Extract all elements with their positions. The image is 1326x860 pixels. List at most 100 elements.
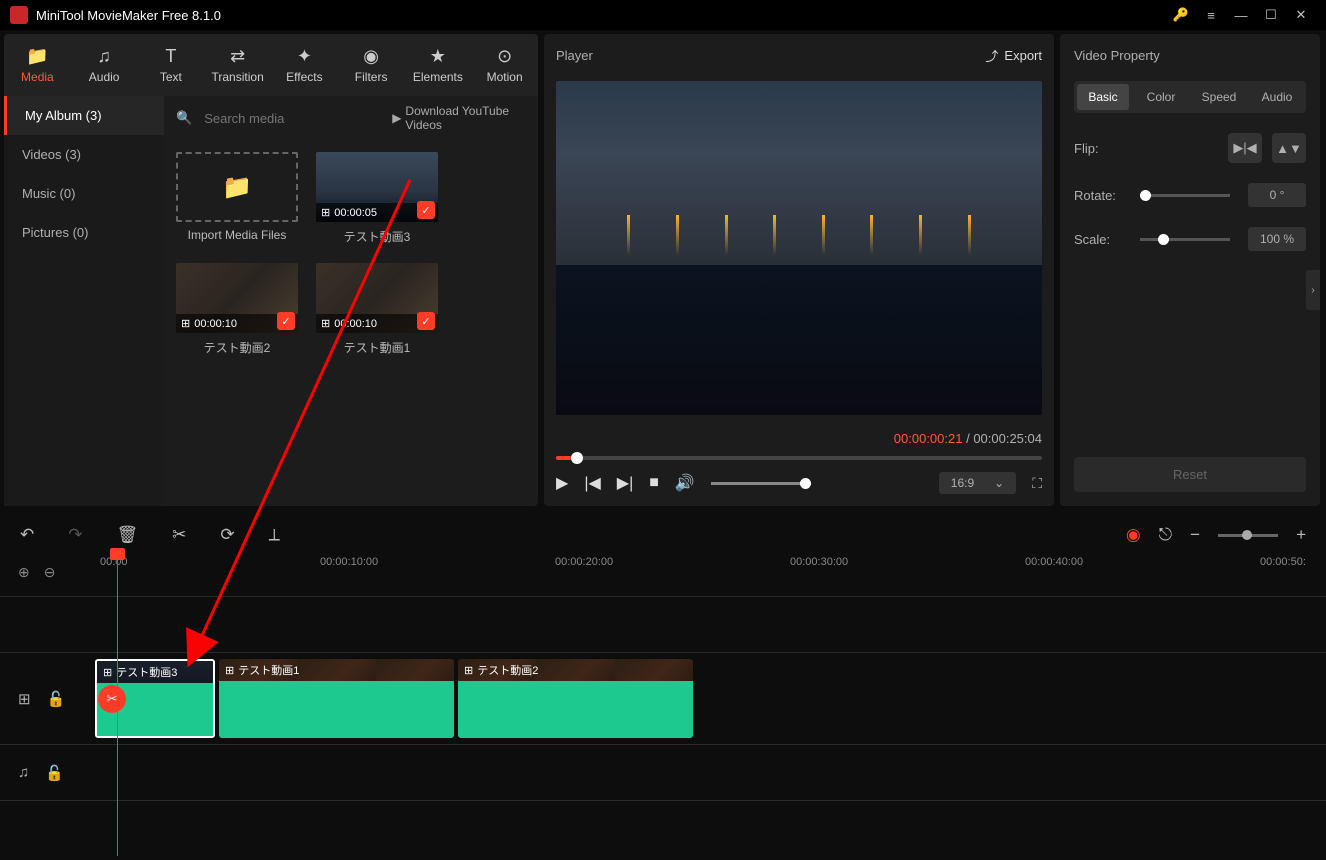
minimize-button[interactable]: — bbox=[1226, 0, 1256, 30]
export-button[interactable]: ⤴ Export bbox=[985, 46, 1042, 65]
undo-button[interactable]: ↶ bbox=[20, 525, 34, 545]
motion-icon: ⊙ bbox=[495, 46, 515, 66]
transition-icon: ⇄ bbox=[228, 46, 248, 66]
audio-icon: ♫ bbox=[94, 46, 114, 66]
property-tab-speed[interactable]: Speed bbox=[1193, 84, 1245, 110]
youtube-icon: ▶ bbox=[392, 111, 401, 125]
text-track[interactable] bbox=[0, 800, 1326, 856]
sidebar-item[interactable]: Music (0) bbox=[4, 174, 164, 213]
effect-track[interactable] bbox=[0, 596, 1326, 652]
check-icon: ✓ bbox=[417, 312, 435, 330]
search-input[interactable] bbox=[204, 111, 380, 126]
zoom-out-button[interactable]: − bbox=[1190, 525, 1200, 545]
tab-filters[interactable]: ◉Filters bbox=[338, 42, 405, 88]
key-icon[interactable]: 🔑 bbox=[1166, 0, 1196, 30]
split-button[interactable]: ✂ bbox=[172, 525, 186, 545]
search-icon: 🔍 bbox=[176, 110, 192, 126]
app-logo bbox=[10, 6, 28, 24]
timeline-ruler[interactable]: ⊕ ⊖ 00:00 00:00:10:00 00:00:20:00 00:00:… bbox=[0, 556, 1326, 596]
timeline-clip[interactable]: ⊞テスト動画2 bbox=[458, 659, 693, 738]
redo-button[interactable]: ↷ bbox=[68, 525, 82, 545]
film-icon: ⊞ bbox=[225, 664, 234, 677]
elements-icon: ★ bbox=[428, 46, 448, 66]
video-preview[interactable] bbox=[556, 81, 1042, 415]
collapse-panel-button[interactable]: › bbox=[1306, 270, 1320, 310]
speed-button[interactable]: ⟳ bbox=[220, 525, 234, 545]
player-title: Player bbox=[556, 48, 593, 63]
marker-button[interactable]: ◉ bbox=[1126, 525, 1141, 545]
close-button[interactable]: ✕ bbox=[1286, 0, 1316, 30]
download-youtube-link[interactable]: ▶ Download YouTube Videos bbox=[392, 104, 526, 132]
property-title: Video Property bbox=[1074, 48, 1306, 63]
sidebar-item[interactable]: Videos (3) bbox=[4, 135, 164, 174]
cut-indicator-icon[interactable]: ✂ bbox=[98, 685, 126, 713]
timeline-clip[interactable]: ⊞テスト動画1 bbox=[219, 659, 454, 738]
rotate-label: Rotate: bbox=[1074, 188, 1122, 203]
check-icon: ✓ bbox=[417, 201, 435, 219]
stop-button[interactable]: ■ bbox=[649, 474, 659, 492]
tab-media[interactable]: 📁Media bbox=[4, 42, 71, 88]
filters-icon: ◉ bbox=[361, 46, 381, 66]
zoom-in-button[interactable]: + bbox=[1296, 525, 1306, 545]
menu-icon[interactable]: ≡ bbox=[1196, 0, 1226, 30]
import-media-button[interactable]: 📁 bbox=[176, 152, 298, 222]
media-thumbnail[interactable]: ⊞00:00:05✓ bbox=[316, 152, 438, 222]
audio-track-icon: ♫ bbox=[18, 764, 29, 781]
remove-marker-icon[interactable]: ⊖ bbox=[44, 564, 56, 581]
tab-elements[interactable]: ★Elements bbox=[405, 42, 472, 88]
lock-icon[interactable]: 🔓 bbox=[45, 764, 64, 782]
property-tab-audio[interactable]: Audio bbox=[1251, 84, 1303, 110]
sidebar-item[interactable]: Pictures (0) bbox=[4, 213, 164, 252]
prev-frame-button[interactable]: |◀ bbox=[584, 473, 600, 493]
play-button[interactable]: ▶ bbox=[556, 473, 568, 493]
snap-button[interactable]: ⎋ bbox=[1159, 525, 1172, 545]
rotate-value[interactable]: 0 ° bbox=[1248, 183, 1306, 207]
video-track[interactable]: ✂ ⊞ 🔓 ⊞テスト動画3⊞テスト動画1⊞テスト動画2 bbox=[0, 652, 1326, 744]
tab-motion[interactable]: ⊙Motion bbox=[471, 42, 538, 88]
tab-transition[interactable]: ⇄Transition bbox=[204, 42, 271, 88]
film-icon: ⊞ bbox=[181, 317, 190, 330]
lock-icon[interactable]: 🔓 bbox=[47, 690, 66, 708]
import-label: Import Media Files bbox=[188, 228, 287, 242]
media-thumbnail[interactable]: ⊞00:00:10✓ bbox=[176, 263, 298, 333]
property-tab-color[interactable]: Color bbox=[1135, 84, 1187, 110]
delete-button[interactable]: 🗑 bbox=[117, 525, 139, 545]
scrubber[interactable] bbox=[556, 456, 1042, 460]
reset-button[interactable]: Reset bbox=[1074, 457, 1306, 492]
scale-value[interactable]: 100 % bbox=[1248, 227, 1306, 251]
rotate-slider[interactable] bbox=[1140, 194, 1230, 197]
chevron-down-icon: ⌄ bbox=[994, 476, 1004, 490]
scale-label: Scale: bbox=[1074, 232, 1122, 247]
film-icon: ⊞ bbox=[103, 666, 112, 679]
fullscreen-button[interactable]: ⛶ bbox=[1032, 475, 1042, 492]
scale-slider[interactable] bbox=[1140, 238, 1230, 241]
tab-audio[interactable]: ♫Audio bbox=[71, 42, 138, 88]
tab-text[interactable]: TText bbox=[138, 42, 205, 88]
check-icon: ✓ bbox=[277, 312, 295, 330]
sidebar-item[interactable]: My Album (3) bbox=[4, 96, 164, 135]
volume-slider[interactable] bbox=[711, 482, 811, 485]
crop-button[interactable]: ⟂ bbox=[269, 525, 280, 545]
text-icon: T bbox=[161, 46, 181, 66]
film-icon: ⊞ bbox=[464, 664, 473, 677]
property-tab-basic[interactable]: Basic bbox=[1077, 84, 1129, 110]
tab-effects[interactable]: ✦Effects bbox=[271, 42, 338, 88]
volume-icon[interactable]: 🔊 bbox=[675, 473, 695, 493]
flip-label: Flip: bbox=[1074, 141, 1122, 156]
zoom-slider[interactable] bbox=[1218, 534, 1278, 537]
app-title: MiniTool MovieMaker Free 8.1.0 bbox=[36, 8, 221, 23]
film-icon: ⊞ bbox=[321, 206, 330, 219]
flip-vertical-button[interactable]: ▲▼ bbox=[1272, 133, 1306, 163]
audio-track[interactable]: ♫ 🔓 bbox=[0, 744, 1326, 800]
total-time: 00:00:25:04 bbox=[973, 431, 1042, 446]
export-icon: ⤴ bbox=[985, 46, 998, 65]
effects-icon: ✦ bbox=[294, 46, 314, 66]
maximize-button[interactable]: ☐ bbox=[1256, 0, 1286, 30]
current-time: 00:00:00:21 bbox=[894, 431, 963, 446]
media-name: テスト動画2 bbox=[204, 339, 271, 356]
aspect-ratio-select[interactable]: 16:9 ⌄ bbox=[939, 472, 1016, 494]
next-frame-button[interactable]: ▶| bbox=[617, 473, 633, 493]
media-thumbnail[interactable]: ⊞00:00:10✓ bbox=[316, 263, 438, 333]
flip-horizontal-button[interactable]: ▶|◀ bbox=[1228, 133, 1262, 163]
add-marker-icon[interactable]: ⊕ bbox=[18, 564, 30, 581]
